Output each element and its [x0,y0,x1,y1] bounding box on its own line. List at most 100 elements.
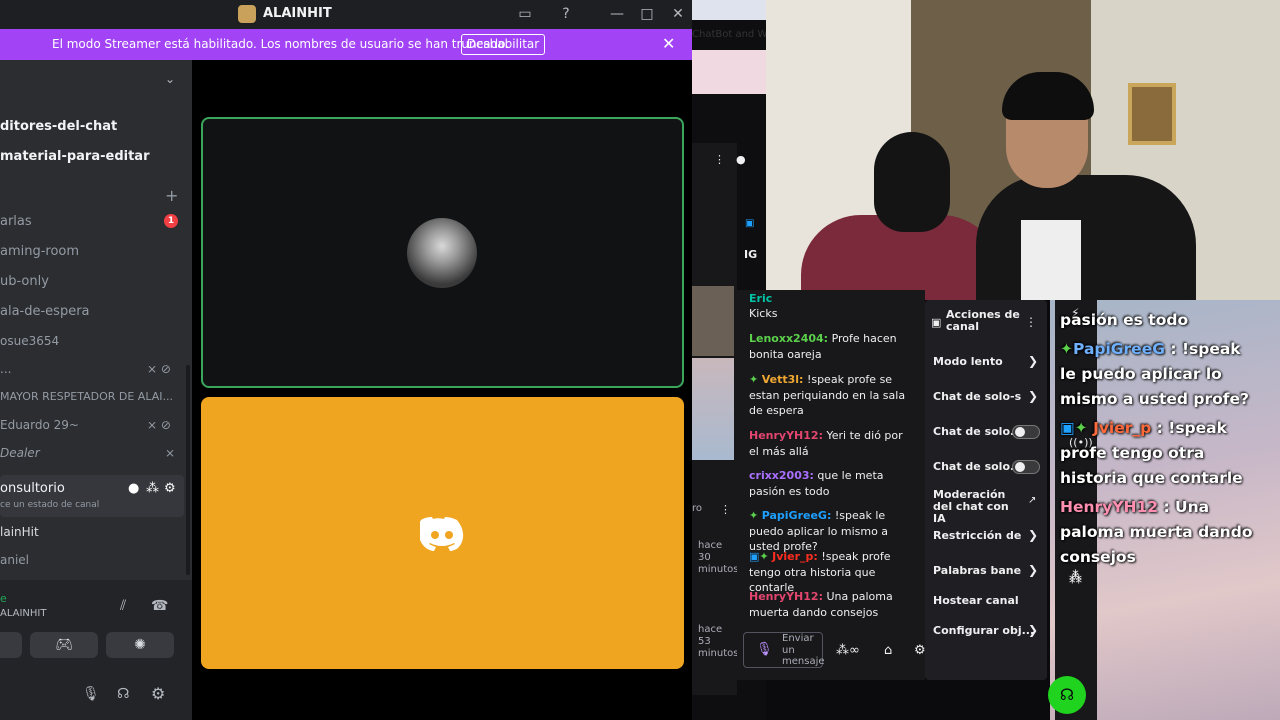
muted-icon: ⨯ ⊘ [147,418,171,432]
voice-user[interactable]: MAYOR RESPETADOR DE ALAI... [0,390,173,403]
chat-username[interactable]: crixx2003: [749,469,814,482]
close-banner-icon[interactable]: ✕ [662,34,675,53]
badge-icon: ✦ [1074,419,1088,437]
tshirt [1021,220,1081,300]
channel-item[interactable]: ala-de-espera [0,304,90,319]
chevron-right-icon: ❯ [1028,354,1039,368]
overlay-line: ✦PapiGreeG : !speak le puedo aplicar lo … [1060,337,1260,412]
chevron-down-icon[interactable]: ⌄ [165,72,175,86]
chat-input-placeholder: Enviar un mensaje [782,633,825,667]
inbox-icon[interactable]: ▭ [514,4,536,24]
menu-item-subs-only[interactable]: Chat de solo... [933,425,1023,438]
menu-title: Acciones de canal [946,308,1020,333]
thumbnail[interactable] [692,286,734,356]
badge-icon: ✦ [749,373,759,386]
store-icon[interactable]: ⌂ [884,643,892,658]
menu-item-slow-mode[interactable]: Modo lento [933,355,1003,368]
chat-username[interactable]: HenryYH12: [749,590,823,603]
voice-channel-name: onsultorio [0,481,65,496]
chat-message: Lenoxx2404: Profe hacen bonita oareja [749,331,909,362]
menu-item-emote-only[interactable]: Chat de solo... [933,460,1023,473]
help-icon[interactable]: ? [555,4,577,24]
menu-item-followers-only[interactable]: Chat de solo-seg [933,390,1021,403]
overlay-line: HenryYH12 : Una paloma muerta dando cons… [1060,495,1272,570]
chat-input[interactable]: 🎙︎ Enviar un mensaje [743,632,825,668]
channel-item[interactable]: ub-only [0,274,49,289]
channel-item[interactable]: material-para-editar [0,149,149,164]
overlay-text: : !speak profe tengo otra historia que c… [1060,419,1243,487]
voice-user[interactable]: aniel [0,553,29,567]
voice-user[interactable]: Eduardo 29~ [0,418,79,432]
scrollbar[interactable] [186,365,190,575]
page-content [692,50,766,94]
video-tile[interactable] [201,397,684,669]
channel-item[interactable]: aming-room [0,244,79,259]
channel-item[interactable]: ditores-del-chat [0,119,117,134]
participant-avatar [407,218,477,288]
user-settings-icon[interactable]: ⚙ [151,684,165,703]
headphones-icon[interactable]: ☊ [117,686,129,702]
badge-icon: ✦ [759,550,769,563]
deafened-icon: ⨯ [165,446,176,460]
menu-item-ai-moderation[interactable]: Moderación del chat con IA [933,489,1025,525]
chat-username[interactable]: Eric [749,292,772,305]
overlay-line: pasión es todo [1060,308,1240,333]
chat-username[interactable]: HenryYH12: [749,429,823,442]
chat-icon[interactable]: ● [128,481,139,496]
noise-suppression-icon[interactable]: ⫽ [120,598,126,614]
muted-icon: ⨯ ⊘ [147,362,171,376]
close-window-icon[interactable]: ✕ [667,4,689,24]
chat-message: HenryYH12: Yeri te dió por el más allá [749,428,909,459]
soundboard-button[interactable]: ✺ [106,632,174,658]
menu-item-configure-goals[interactable]: Configurar obj... [933,624,1034,637]
menu-item-restrictions[interactable]: Restricción de e [933,529,1021,542]
more-options-icon[interactable]: ⋮ [720,503,731,516]
menu-item-banned-words[interactable]: Palabras banead [933,564,1021,577]
microphone-icon[interactable]: 🎙︎ [82,686,100,702]
chevron-right-icon: ❯ [1028,623,1039,637]
toggle-switch[interactable] [1012,425,1040,439]
voice-user[interactable]: osue3654 [0,334,59,348]
thumbnail[interactable] [692,358,734,460]
overlay-line: ▣✦ Jvier_p : !speak profe tengo otra his… [1060,416,1272,491]
camera-button[interactable] [0,632,22,658]
chat-bubble-icon: ● [736,153,746,166]
maximize-icon[interactable]: □ [636,4,658,24]
time-ago: hace 53 minutos [698,624,739,659]
voice-user[interactable]: lainHit [0,525,39,539]
channel-sidebar: ⌄ ditores-del-chat material-para-editar … [0,60,192,720]
voice-channel-status[interactable]: ce un estado de canal [0,500,99,510]
chat-username[interactable]: Lenoxx2404: [749,332,828,345]
add-channel-icon[interactable]: + [165,186,178,205]
menu-item-host-channel[interactable]: Hostear canal [933,594,1019,607]
settings-gear-icon[interactable]: ⚙ [164,481,176,496]
bits-icon[interactable]: ⁂∞ [836,643,860,658]
person-right [976,175,1196,300]
chat-username[interactable]: Vett3l: [762,373,804,386]
disable-streamer-button[interactable]: Deshabilitar [461,34,545,55]
toggle-switch[interactable] [1012,460,1040,474]
more-options-icon[interactable]: ⋮ [714,153,725,166]
overlay-text: pasión es todo [1060,311,1189,329]
browser-tab-bar [692,0,766,20]
active-voice-channel[interactable]: onsultorio ce un estado de canal ● ⁂ ⚙ [0,475,184,517]
support-headset-icon[interactable]: ☊ [1048,676,1086,714]
minimize-icon[interactable]: — [606,4,628,24]
more-options-icon[interactable]: ⋮ [1025,315,1037,329]
title-bar: ALAINHIT ▭ ? — □ ✕ [0,0,692,29]
channel-item[interactable]: arlas [0,214,32,229]
streamer-mode-message: El modo Streamer está habilitado. Los no… [52,37,510,51]
tab-title[interactable]: ChatBot and Wid [692,29,776,40]
chat-username[interactable]: Jvier_p: [772,550,818,563]
activities-button[interactable]: 🎮︎ [30,632,98,658]
settings-icon[interactable]: ⚙ [914,643,926,658]
disconnect-icon[interactable]: ☎ [151,598,168,614]
voice-user[interactable]: ... [0,362,11,376]
badge-icon: ▣ [749,550,760,563]
invite-icon[interactable]: ⁂ [146,481,159,496]
chat-username[interactable]: PapiGreeG: [762,509,832,522]
shield-icon: ▣ [931,316,942,329]
voice-user[interactable]: Dealer [0,446,40,460]
webcam-feed [766,0,1280,300]
microphone-icon[interactable]: 🎙︎ [756,642,773,657]
